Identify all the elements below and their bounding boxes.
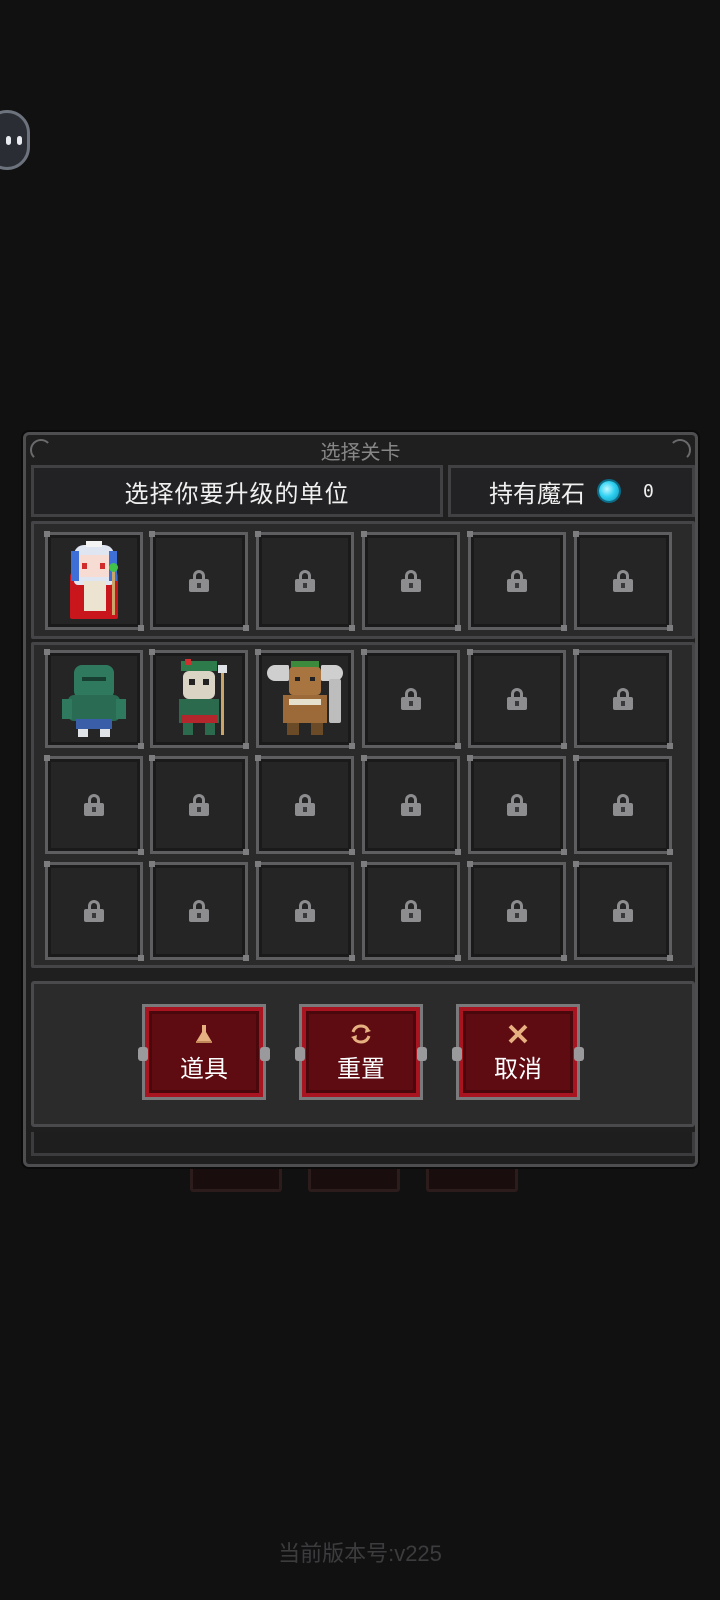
cancel-button[interactable]: 取消 xyxy=(452,1004,584,1100)
unit-slot-locked[interactable] xyxy=(44,861,144,961)
unit-slot-zombie[interactable] xyxy=(44,649,144,749)
unit-slot-orc[interactable] xyxy=(255,649,355,749)
unit-slot-locked[interactable] xyxy=(255,531,355,631)
dialog-title: 选择关卡 xyxy=(320,440,401,461)
lock-icon xyxy=(401,900,421,922)
unit-slot-locked[interactable] xyxy=(149,755,249,855)
unit-slot-locked[interactable] xyxy=(361,649,461,749)
items-button[interactable]: 道具 xyxy=(138,1004,270,1100)
blue-gem-icon xyxy=(599,481,619,501)
unit-slot-locked[interactable] xyxy=(44,755,144,855)
lock-icon xyxy=(295,794,315,816)
instruction-header: 选择你要升级的单位 xyxy=(31,465,443,517)
reset-button-label: 重置 xyxy=(337,1054,385,1083)
unit-slot-locked[interactable] xyxy=(467,531,567,631)
assistant-face-icon xyxy=(6,135,22,145)
version-label: 当前版本号:v225 xyxy=(278,1541,442,1566)
masked-tribal-warrior-sprite xyxy=(161,659,237,739)
lock-icon xyxy=(507,794,527,816)
items-button-label: 道具 xyxy=(180,1054,228,1083)
dialog-bottom-strip xyxy=(31,1132,695,1156)
unit-slot-locked[interactable] xyxy=(255,861,355,961)
unit-slot-locked[interactable] xyxy=(467,861,567,961)
unit-slot-hero[interactable] xyxy=(44,531,144,631)
unit-slot-locked[interactable] xyxy=(361,755,461,855)
unit-slot-locked[interactable] xyxy=(361,531,461,631)
lock-icon xyxy=(84,900,104,922)
hero-slot-panel xyxy=(31,521,695,639)
lock-icon xyxy=(401,688,421,710)
unit-slot-locked[interactable] xyxy=(467,755,567,855)
lock-icon xyxy=(189,794,209,816)
lock-icon xyxy=(295,570,315,592)
lock-icon xyxy=(189,570,209,592)
green-zombie-sprite xyxy=(56,659,132,739)
currency-count: 0 xyxy=(643,480,654,502)
refresh-icon xyxy=(349,1021,373,1047)
horned-orc-warrior-sprite xyxy=(267,659,343,739)
close-x-icon xyxy=(507,1021,529,1047)
unit-slot-locked[interactable] xyxy=(255,755,355,855)
lock-icon xyxy=(507,900,527,922)
reset-button[interactable]: 重置 xyxy=(295,1004,427,1100)
unit-grid-panel xyxy=(31,642,695,968)
unit-slot-locked[interactable] xyxy=(573,531,673,631)
lock-icon xyxy=(613,570,633,592)
lock-icon xyxy=(507,570,527,592)
unit-slot-masked-warrior[interactable] xyxy=(149,649,249,749)
floating-assistant-button[interactable] xyxy=(0,110,30,170)
potion-flask-icon xyxy=(193,1021,215,1047)
white-haired-mage-sprite xyxy=(56,541,132,621)
currency-label: 持有魔石 xyxy=(489,479,585,508)
lock-icon xyxy=(613,900,633,922)
cancel-button-label: 取消 xyxy=(494,1054,542,1083)
lock-icon xyxy=(613,794,633,816)
lock-icon xyxy=(401,570,421,592)
unit-slot-locked[interactable] xyxy=(467,649,567,749)
lock-icon xyxy=(189,900,209,922)
upgrade-unit-dialog: 选择关卡 选择你要升级的单位 持有魔石 0 道具 重置 取消 xyxy=(23,432,698,1167)
lock-icon xyxy=(84,794,104,816)
unit-slot-locked[interactable] xyxy=(573,861,673,961)
lock-icon xyxy=(507,688,527,710)
lock-icon xyxy=(401,794,421,816)
unit-slot-locked[interactable] xyxy=(149,531,249,631)
action-panel: 道具 重置 取消 xyxy=(31,981,695,1127)
corner-ornament-icon xyxy=(669,439,691,461)
unit-slot-locked[interactable] xyxy=(361,861,461,961)
corner-ornament-icon xyxy=(30,439,52,461)
unit-slot-locked[interactable] xyxy=(573,755,673,855)
unit-slot-locked[interactable] xyxy=(149,861,249,961)
game-screen: 选择关卡 选择你要升级的单位 持有魔石 0 道具 重置 取消 当前版本号:v22… xyxy=(0,0,720,1600)
unit-slot-locked[interactable] xyxy=(573,649,673,749)
lock-icon xyxy=(295,900,315,922)
lock-icon xyxy=(613,688,633,710)
currency-display: 持有魔石 0 xyxy=(448,465,695,517)
instruction-text: 选择你要升级的单位 xyxy=(124,479,350,508)
